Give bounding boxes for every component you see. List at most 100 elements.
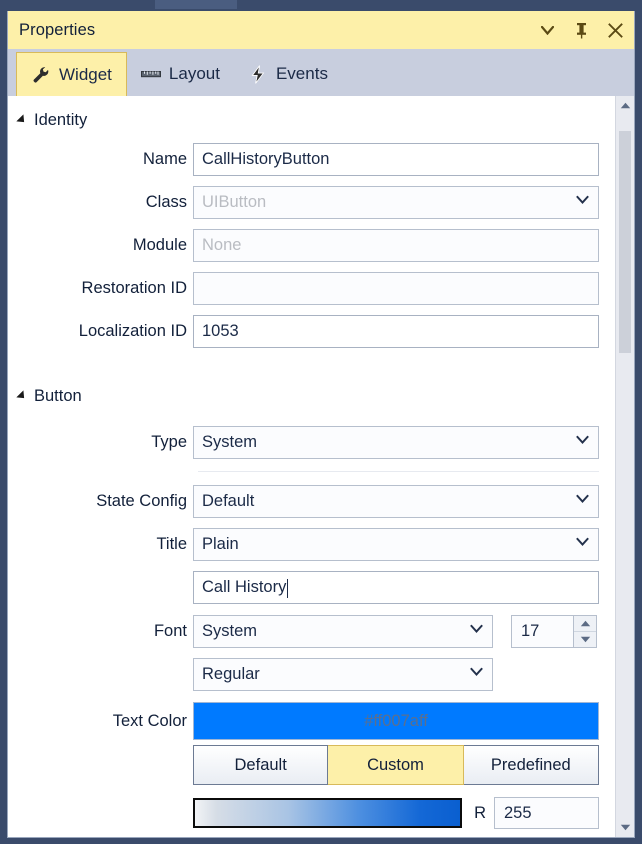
module-input[interactable]: None — [193, 229, 599, 262]
chevron-down-icon[interactable] — [537, 19, 557, 41]
chevron-down-icon — [470, 625, 483, 638]
row-module: Module None — [8, 227, 615, 263]
pin-icon[interactable] — [571, 19, 591, 41]
row-color-mode: Default Custom Predefined — [8, 744, 615, 786]
label-state-config: State Config — [8, 492, 193, 511]
label-localization-id: Localization ID — [8, 322, 193, 341]
channel-label-r: R — [462, 804, 494, 823]
row-class: Class UIButton — [8, 184, 615, 220]
font-size-stepper-buttons — [573, 615, 597, 648]
label-title: Title — [8, 535, 193, 554]
row-restoration-id: Restoration ID — [8, 270, 615, 306]
tab-layout[interactable]: Layout — [127, 52, 234, 96]
ruler-icon — [141, 64, 161, 84]
row-title: Title Plain — [8, 526, 615, 562]
chevron-down-icon — [576, 196, 589, 209]
scroll-up-arrow-icon[interactable] — [616, 96, 634, 115]
label-module: Module — [8, 236, 193, 255]
label-text-color: Text Color — [8, 712, 193, 731]
color-mode-custom-button[interactable]: Custom — [328, 745, 463, 785]
chevron-down-icon — [576, 436, 589, 449]
tab-events[interactable]: Events — [234, 52, 342, 96]
chevron-down-icon — [576, 495, 589, 508]
font-family-dropdown-value: System — [202, 622, 257, 641]
state-config-dropdown-value: Default — [202, 492, 254, 511]
scroll-down-arrow-icon[interactable] — [616, 818, 634, 837]
localization-id-input-value: 1053 — [202, 322, 239, 341]
type-dropdown[interactable]: System — [193, 426, 599, 459]
type-dropdown-value: System — [202, 433, 257, 452]
label-class: Class — [8, 193, 193, 212]
row-title-text: Call History — [8, 569, 615, 605]
tab-widget[interactable]: Widget — [16, 52, 127, 97]
row-state-config: State Config Default — [8, 483, 615, 519]
text-color-swatch[interactable]: #ff007aff — [193, 702, 599, 740]
font-weight-dropdown[interactable]: Regular — [193, 658, 493, 691]
name-input[interactable]: CallHistoryButton — [193, 143, 599, 176]
red-channel-value: 255 — [504, 804, 532, 823]
title-text-input-value: Call History — [202, 578, 286, 597]
vertical-scrollbar[interactable] — [615, 96, 634, 837]
row-text-color: Text Color #ff007aff — [8, 701, 615, 741]
name-input-value: CallHistoryButton — [202, 150, 329, 169]
module-input-value: None — [202, 236, 241, 255]
background-tab-fragment[interactable] — [155, 0, 237, 9]
properties-window: Properties — [0, 0, 642, 844]
localization-id-input[interactable]: 1053 — [193, 315, 599, 348]
collapse-triangle-icon — [16, 114, 27, 125]
properties-content-area: Identity Name CallHistoryButton Class UI… — [8, 96, 634, 837]
text-color-hex-value: #ff007aff — [364, 712, 428, 731]
red-channel-input[interactable]: 255 — [494, 797, 599, 829]
tab-widget-label: Widget — [59, 65, 112, 85]
font-weight-dropdown-value: Regular — [202, 665, 260, 684]
title-style-dropdown-value: Plain — [202, 535, 239, 554]
class-dropdown-value: UIButton — [202, 193, 266, 212]
scrollbar-track[interactable] — [616, 115, 634, 818]
title-bar-controls — [537, 11, 625, 49]
row-divider — [198, 471, 599, 472]
page-title: Properties — [19, 21, 95, 40]
label-font: Font — [8, 622, 193, 641]
row-type: Type System — [8, 424, 615, 460]
restoration-id-input[interactable] — [193, 272, 599, 305]
font-size-value[interactable]: 17 — [511, 615, 573, 648]
wrench-icon — [31, 65, 51, 85]
scrollbar-thumb[interactable] — [619, 131, 631, 353]
row-name: Name CallHistoryButton — [8, 141, 615, 177]
font-size-stepper[interactable]: 17 — [511, 615, 597, 648]
text-caret — [287, 579, 288, 598]
row-font: Font System 17 — [8, 613, 615, 649]
chevron-down-icon — [576, 538, 589, 551]
state-config-dropdown[interactable]: Default — [193, 485, 599, 518]
red-channel-slider[interactable] — [193, 798, 462, 828]
title-style-dropdown[interactable]: Plain — [193, 528, 599, 561]
row-localization-id: Localization ID 1053 — [8, 313, 615, 349]
title-text-input[interactable]: Call History — [193, 571, 599, 604]
properties-panel: Properties — [7, 11, 635, 838]
tab-layout-label: Layout — [169, 64, 220, 84]
class-dropdown[interactable]: UIButton — [193, 186, 599, 219]
row-font-weight: Regular — [8, 656, 615, 692]
collapse-triangle-icon — [16, 390, 27, 401]
label-type: Type — [8, 433, 193, 452]
stepper-down-icon[interactable] — [574, 631, 596, 647]
tab-events-label: Events — [276, 64, 328, 84]
label-restoration-id: Restoration ID — [8, 279, 193, 298]
panel-title-bar: Properties — [8, 11, 634, 49]
properties-form: Identity Name CallHistoryButton Class UI… — [8, 96, 615, 837]
document-tab-strip — [0, 0, 642, 10]
color-mode-segmented-control: Default Custom Predefined — [193, 745, 599, 785]
stepper-up-icon[interactable] — [574, 616, 596, 632]
chevron-down-icon — [470, 668, 483, 681]
section-title-button: Button — [34, 387, 82, 406]
section-title-identity: Identity — [34, 111, 87, 130]
row-color-channel-r: R 255 — [8, 796, 615, 830]
color-mode-predefined-button[interactable]: Predefined — [464, 745, 599, 785]
section-header-button[interactable]: Button — [8, 381, 615, 411]
lightning-icon — [248, 64, 268, 84]
color-mode-default-button[interactable]: Default — [193, 745, 328, 785]
section-header-identity[interactable]: Identity — [8, 105, 615, 135]
panel-tab-row: Widget Layout Events — [8, 49, 634, 96]
close-icon[interactable] — [605, 19, 625, 41]
font-family-dropdown[interactable]: System — [193, 615, 493, 648]
